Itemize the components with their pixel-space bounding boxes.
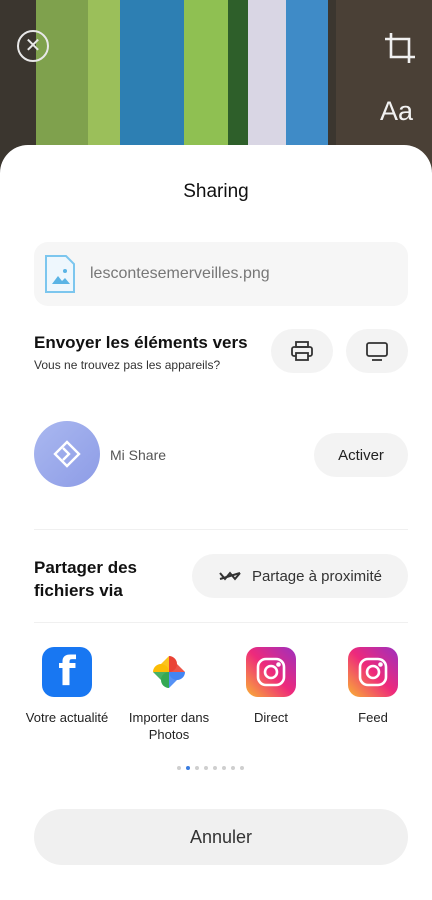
app-label: Importer dans Photos (128, 710, 210, 742)
page-dot (195, 766, 199, 770)
activate-button[interactable]: Activer (314, 433, 408, 477)
share-sheet: Sharing lescontesemerveilles.png Envoyer… (0, 145, 432, 900)
share-app-facebook[interactable]: f Votre actualité (22, 647, 112, 726)
photo-stripe (88, 0, 120, 150)
nearby-share-button[interactable]: Partage à proximité (192, 554, 408, 598)
divider (34, 622, 408, 623)
page-dot (240, 766, 244, 770)
facebook-icon: f (42, 647, 92, 697)
share-app-instagram-feed[interactable]: Feed (328, 647, 418, 726)
photo-stripe (228, 0, 248, 150)
google-photos-icon (144, 647, 194, 697)
app-label: Direct (254, 710, 288, 725)
send-section-subtitle[interactable]: Vous ne trouvez pas les appareils? (34, 358, 220, 372)
send-section-title: Envoyer les éléments vers (34, 333, 248, 352)
photo-stripe (120, 0, 184, 150)
cancel-button[interactable]: Annuler (34, 809, 408, 865)
mi-share-label: Mi Share (110, 447, 167, 463)
page-indicator (177, 766, 244, 770)
page-dot (231, 766, 235, 770)
page-dot (177, 766, 181, 770)
instagram-icon (246, 647, 296, 697)
photo-stripe (248, 0, 286, 150)
cast-screen-button[interactable] (346, 329, 408, 373)
file-card: lescontesemerveilles.png (34, 242, 408, 306)
photo-stripe (286, 0, 328, 150)
file-name: lescontesemerveilles.png (90, 265, 270, 282)
mi-share-icon (53, 440, 81, 468)
photo-stripe (36, 0, 88, 150)
crop-icon (385, 33, 415, 63)
share-app-google-photos[interactable]: Importer dans Photos (124, 647, 214, 743)
nearby-share-label: Partage à proximité (251, 567, 383, 585)
print-button[interactable] (271, 329, 333, 373)
monitor-icon (366, 342, 388, 361)
app-label: Votre actualité (25, 710, 109, 725)
share-section-title: Partager des fichiers via (34, 558, 137, 600)
divider (34, 529, 408, 530)
close-button[interactable]: ✕ (17, 30, 49, 62)
instagram-icon (348, 647, 398, 697)
page-dot (204, 766, 208, 770)
image-file-icon (45, 255, 75, 293)
app-label: Feed (358, 710, 388, 725)
crop-button[interactable] (382, 30, 418, 66)
nearby-share-icon (219, 571, 241, 581)
sheet-title: Sharing (183, 181, 249, 202)
mi-share-avatar[interactable] (34, 421, 100, 487)
photo-stripe (184, 0, 228, 150)
page-dot (186, 766, 190, 770)
printer-icon (291, 341, 313, 361)
page-dot (222, 766, 226, 770)
page-dot (213, 766, 217, 770)
close-icon: ✕ (24, 35, 42, 57)
share-app-instagram-direct[interactable]: Direct (226, 647, 316, 726)
text-tool-button[interactable]: Aa (380, 96, 413, 127)
